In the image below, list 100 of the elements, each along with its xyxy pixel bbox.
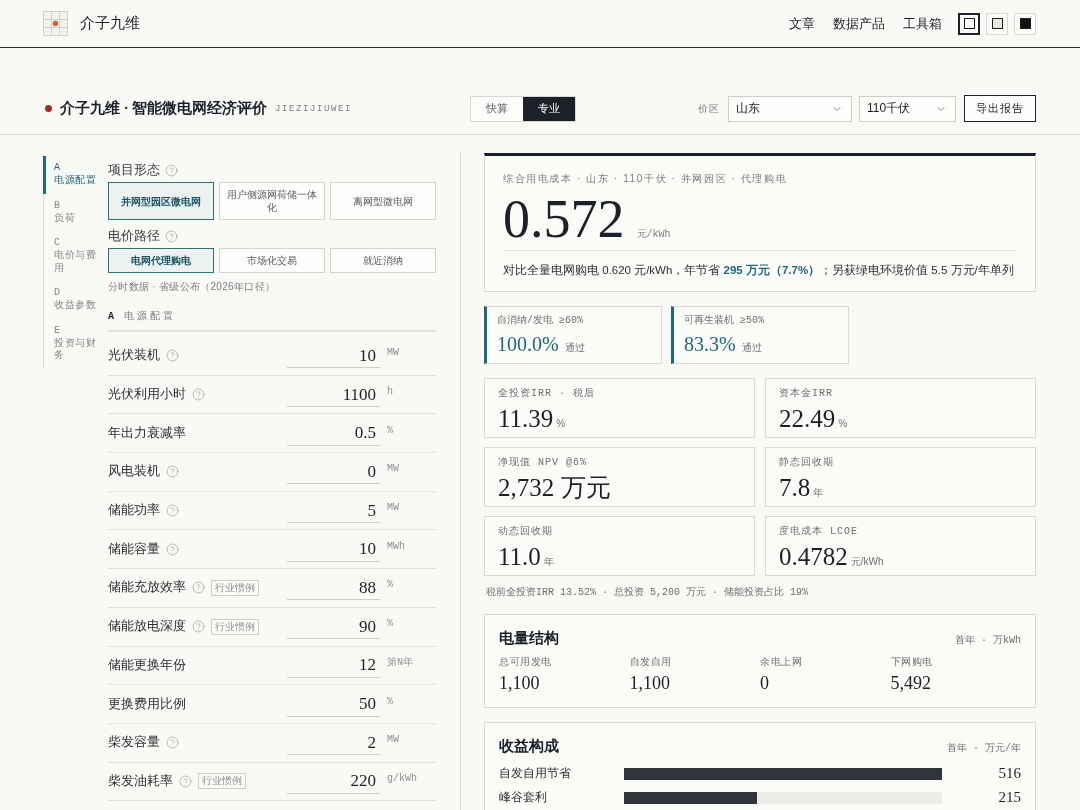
help-icon[interactable] (192, 620, 205, 634)
nav-link[interactable]: 工具箱 (903, 14, 942, 33)
kpi-label: 资本金IRR (779, 388, 834, 400)
param-label: 柴发油耗率 (108, 772, 173, 790)
kpi-label: 净现值 NPV @6% (498, 457, 588, 469)
input-field[interactable]: 50 (287, 692, 380, 717)
convention-tag: 行业惯例 (211, 618, 259, 635)
card-title: 电量结构 (499, 629, 559, 647)
card-meta: 首年 · 万kWh (955, 634, 1021, 647)
check-value: 100.0% (497, 333, 559, 355)
theme-button[interactable] (958, 12, 980, 35)
help-icon[interactable] (166, 504, 179, 518)
kpi-value: 22.49 (779, 405, 836, 433)
page-title: 介子九维 · 智能微电网经济评价 (60, 99, 268, 118)
help-icon[interactable] (192, 388, 205, 402)
input-field[interactable]: 0 (287, 460, 380, 485)
input-field[interactable]: 2 (287, 731, 380, 756)
unit-label: % (386, 695, 394, 707)
unit-label: g/kWh (386, 772, 418, 784)
step-tab[interactable]: E 投资与财务 (43, 318, 108, 369)
param-label: 柴发容量 (108, 734, 160, 752)
page-subtitle: JIEZIJIUWEI (275, 103, 353, 114)
field-label: 价区 (698, 101, 720, 116)
step-tab[interactable]: B 负荷 (43, 193, 108, 231)
input-field[interactable]: 10 (287, 344, 380, 369)
metric-label: 余电上网 (760, 656, 803, 668)
kpi-value: 11.39 (498, 405, 554, 433)
dot-icon (45, 105, 52, 112)
bar-value: 516 (997, 765, 1021, 782)
input-field[interactable]: 1100 (287, 383, 380, 408)
kpi-value: 11.0 (498, 543, 541, 571)
kpi-value: 7.8 (779, 474, 811, 502)
option-button[interactable]: 离网型微电网 (330, 182, 436, 220)
metric-label: 下网购电 (890, 656, 934, 668)
metric-value: 0 (760, 673, 770, 694)
param-label: 储能放电深度 (108, 618, 186, 636)
unit-label: MW (386, 734, 400, 746)
unit-label: MWh (386, 540, 406, 552)
metric-value: 5,492 (890, 673, 932, 694)
group-label: 电价路径 (108, 228, 160, 245)
check-label: 自消纳/发电 ≥60% (497, 315, 584, 327)
input-field[interactable]: 220 (287, 769, 380, 794)
card-meta: 首年 · 万元/年 (947, 742, 1021, 755)
nav-link[interactable]: 数据产品 (833, 14, 885, 33)
param-label: 更换费用比例 (108, 695, 186, 713)
param-label: 储能更换年份 (108, 656, 186, 674)
kpi-label: 度电成本 LCOE (779, 526, 859, 538)
group-label: 项目形态 (108, 162, 160, 179)
help-icon[interactable] (166, 736, 179, 750)
help-icon[interactable] (165, 164, 178, 177)
help-icon[interactable] (166, 349, 179, 363)
kpi-unit: 年 (813, 486, 824, 500)
unit-label: MW (386, 463, 400, 475)
kpi-unit: % (556, 418, 566, 429)
grid-logo-icon (43, 11, 68, 36)
help-icon[interactable] (179, 774, 192, 788)
param-label: 储能充放效率 (108, 579, 186, 597)
metric-label: 自发自用 (629, 656, 673, 668)
option-button[interactable]: 并网型园区微电网 (108, 182, 214, 220)
input-field[interactable]: 5 (287, 499, 380, 524)
metric-value: 1,100 (629, 673, 671, 694)
kpi-label: 动态回收期 (498, 526, 554, 538)
export-button[interactable]: 导出报告 (964, 95, 1036, 122)
bar-value: 215 (997, 789, 1021, 806)
help-icon[interactable] (165, 230, 178, 243)
unit-label: % (386, 618, 394, 630)
dropdown-select[interactable]: 山东 (728, 95, 852, 122)
kpi-unit: 元/kWh (850, 555, 884, 569)
unit-label: 第N年 (386, 656, 414, 670)
kpi-footnote: 税前全投资IRR 13.52% · 总投资 5,200 万元 · 储能投资占比 19% (485, 587, 810, 599)
input-field[interactable]: 10 (287, 537, 380, 562)
help-icon[interactable] (192, 581, 205, 595)
kpi-value: 2,732 万元 (498, 474, 611, 502)
input-field[interactable]: 12 (287, 653, 380, 678)
unit-label: MW (386, 347, 400, 359)
param-label: 储能容量 (108, 540, 160, 558)
input-field[interactable]: 0.5 (287, 421, 380, 446)
mode-tab[interactable]: 专业 (523, 96, 575, 121)
dropdown-select[interactable]: 110千伏 (859, 95, 956, 122)
unit-label: % (386, 579, 394, 591)
input-field[interactable]: 88 (287, 576, 380, 601)
option-button[interactable]: 就近消纳 (330, 248, 436, 273)
step-tab[interactable]: D 收益参数 (43, 281, 108, 319)
card-title: 收益构成 (499, 737, 559, 755)
input-field[interactable]: 90 (287, 615, 380, 640)
option-button[interactable]: 用户侧源网荷储一体化 (219, 182, 325, 220)
section-letter: A (108, 310, 114, 322)
kpi-value: 0.4782 (779, 543, 848, 571)
summary-value: 0.572 (503, 194, 625, 244)
kpi-unit: 年 (543, 555, 554, 569)
mode-tab[interactable]: 快算 (471, 96, 523, 121)
unit-label: h (386, 386, 394, 398)
option-button[interactable]: 电网代理购电 (108, 248, 214, 273)
nav-link[interactable]: 文章 (789, 14, 815, 33)
option-button[interactable]: 市场化交易 (219, 248, 325, 273)
help-icon[interactable] (166, 542, 179, 556)
step-tab[interactable]: C 电价与费用 (43, 231, 108, 281)
param-label: 年出力衰减率 (108, 424, 186, 442)
help-icon[interactable] (166, 465, 179, 479)
unit-label: MW (386, 502, 400, 514)
